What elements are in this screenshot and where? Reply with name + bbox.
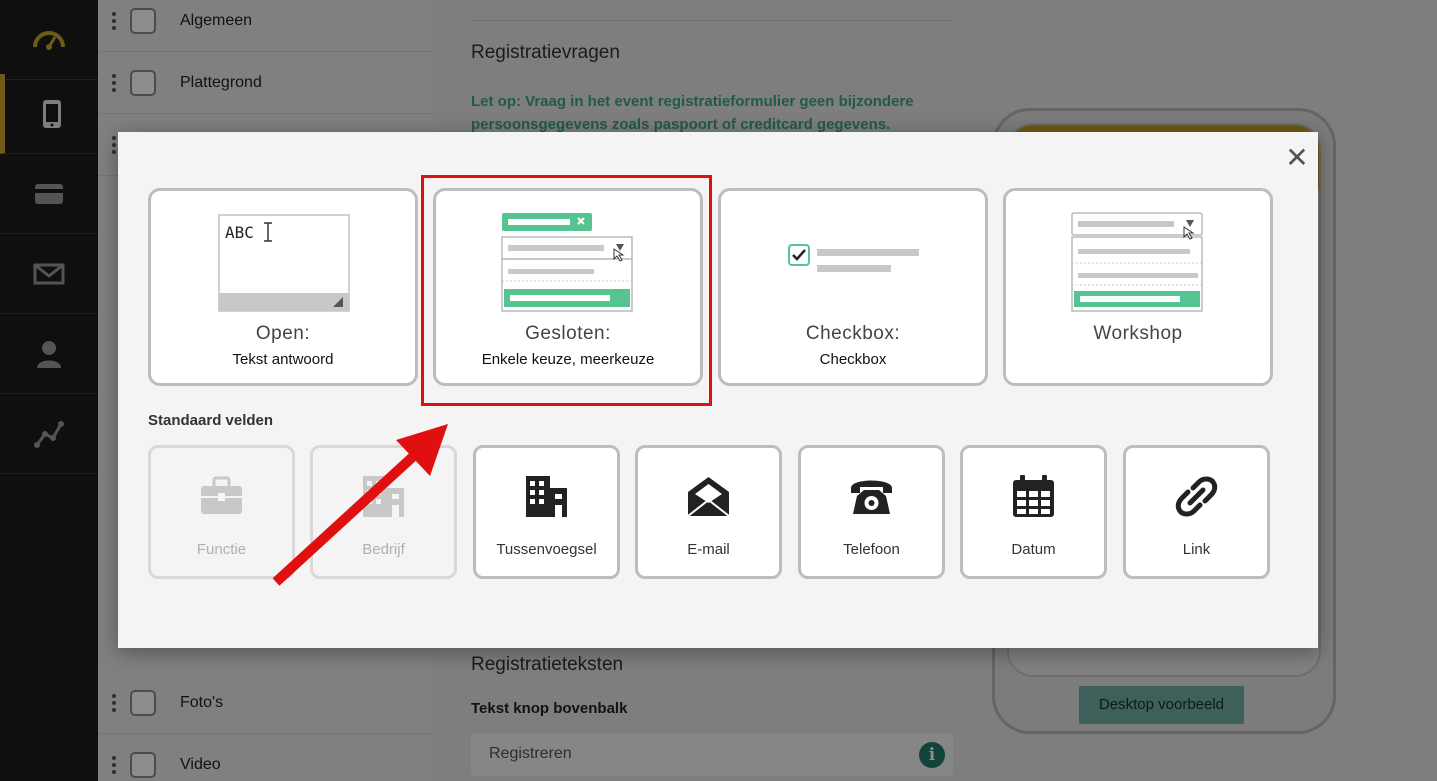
question-type-title: Workshop [1093,323,1183,344]
field-email[interactable]: E-mail [635,445,782,579]
question-type-open[interactable]: ABC Open: Tekst antwoord [148,188,418,386]
field-datum[interactable]: Datum [960,445,1107,579]
telephone-icon [851,480,892,514]
field-link[interactable]: Link [1123,445,1270,579]
field-label: Bedrijf [362,541,405,558]
building-icon [363,476,404,517]
sample-text: ABC [225,223,254,242]
question-type-subtitle: Tekst antwoord [232,351,334,368]
field-label: Telefoon [843,541,900,558]
question-type-subtitle: Checkbox [819,351,887,368]
workshop-illustration-icon [1071,212,1203,312]
field-label: Datum [1011,541,1056,558]
question-type-workshop[interactable]: Workshop [1003,188,1273,386]
field-label: Link [1182,541,1211,558]
question-type-checkbox[interactable]: Checkbox: Checkbox [718,188,988,386]
field-tussenvoegsel[interactable]: Tussenvoegsel [473,445,620,579]
field-bedrijf: Bedrijf [310,445,457,579]
question-type-modal: ✕ ABC Open: Tekst antwoord Gesloten: Enk… [118,132,1318,648]
close-icon[interactable]: ✕ [1285,144,1309,172]
question-type-title: Checkbox: [805,323,901,344]
calendar-icon [1013,475,1054,517]
field-label: E-mail [687,541,730,558]
field-label: Functie [196,541,247,558]
buildings-icon [526,476,567,517]
checkbox-illustration-icon [788,244,919,272]
question-type-title: Open: [255,323,311,344]
standard-fields-title: Standaard velden [148,412,274,429]
annotation-highlight-box [421,175,712,406]
briefcase-icon [201,476,242,514]
field-telefoon[interactable]: Telefoon [798,445,945,579]
link-icon [1175,476,1218,517]
field-functie: Functie [148,445,295,579]
field-label: Tussenvoegsel [496,541,597,558]
envelope-icon [687,477,730,517]
